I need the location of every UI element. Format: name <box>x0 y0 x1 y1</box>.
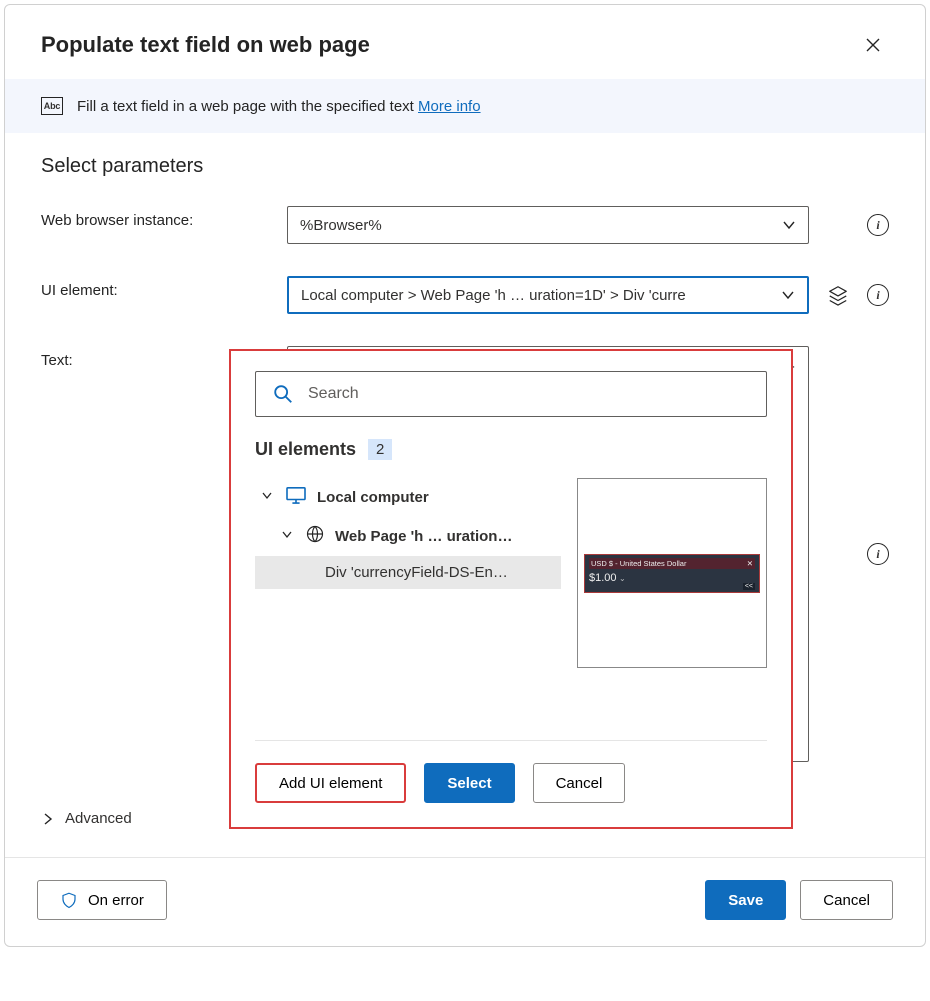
tree-page[interactable]: Web Page 'h … uration… <box>255 516 561 556</box>
browser-row: Web browser instance: %Browser% <box>41 206 889 244</box>
ui-elements-header: UI elements 2 <box>255 439 767 460</box>
save-button[interactable]: Save <box>705 880 786 920</box>
dialog-header: Populate text field on web page <box>5 5 925 79</box>
ui-element-value: Local computer > Web Page 'h … uration=1… <box>301 287 773 304</box>
info-icon[interactable] <box>867 284 889 306</box>
ui-element-label: UI element: <box>41 276 287 299</box>
chevron-down-icon <box>781 288 795 302</box>
chevron-down-icon[interactable] <box>281 528 295 545</box>
dialog-footer: On error Save Cancel <box>5 857 925 946</box>
globe-icon <box>305 524 325 548</box>
info-icon[interactable] <box>867 543 889 565</box>
parameters-heading: Select parameters <box>41 155 889 178</box>
dialog: Populate text field on web page Abc Fill… <box>4 4 926 947</box>
select-button[interactable]: Select <box>424 763 514 803</box>
layers-icon[interactable] <box>827 284 849 306</box>
cancel-button[interactable]: Cancel <box>800 880 893 920</box>
ui-element-select[interactable]: Local computer > Web Page 'h … uration=1… <box>287 276 809 314</box>
browser-value: %Browser% <box>300 217 774 234</box>
on-error-label: On error <box>88 892 144 909</box>
browser-label: Web browser instance: <box>41 206 287 229</box>
tree-root[interactable]: Local computer <box>255 478 561 516</box>
search-box[interactable] <box>255 371 767 417</box>
tree-leaf[interactable]: Div 'currencyField-DS-En… <box>255 556 561 589</box>
info-text: Fill a text field in a web page with the… <box>77 98 481 115</box>
tree-leaf-label: Div 'currencyField-DS-En… <box>325 564 508 581</box>
chevron-right-icon <box>41 812 55 826</box>
ui-element-row: UI element: Local computer > Web Page 'h… <box>41 276 889 314</box>
close-button[interactable] <box>857 29 889 61</box>
popup-actions: Add UI element Select Cancel <box>255 740 767 803</box>
search-icon <box>272 383 294 405</box>
shield-icon <box>60 891 78 909</box>
close-icon <box>865 37 881 53</box>
element-preview: USD $ - United States Dollar✕ $1.00 ⌄ << <box>577 478 767 668</box>
chevron-down-icon[interactable] <box>261 489 275 506</box>
advanced-label: Advanced <box>65 810 132 827</box>
info-description: Fill a text field in a web page with the… <box>77 98 418 115</box>
ui-elements-count: 2 <box>368 439 392 460</box>
ui-element-tree: Local computer Web Page 'h … uration… Di… <box>255 478 561 668</box>
search-input[interactable] <box>308 385 750 403</box>
preview-content: USD $ - United States Dollar✕ $1.00 ⌄ << <box>584 554 760 593</box>
popup-cancel-button[interactable]: Cancel <box>533 763 626 803</box>
monitor-icon <box>285 486 307 508</box>
chevron-down-icon <box>782 218 796 232</box>
on-error-button[interactable]: On error <box>37 880 167 920</box>
text-field-icon: Abc <box>41 97 63 115</box>
add-ui-element-button[interactable]: Add UI element <box>255 763 406 803</box>
more-info-link[interactable]: More info <box>418 98 481 115</box>
ui-element-popup: UI elements 2 Local computer Web Page 'h… <box>229 349 793 829</box>
tree-page-label: Web Page 'h … uration… <box>335 528 512 545</box>
dialog-title: Populate text field on web page <box>41 32 370 58</box>
info-bar: Abc Fill a text field in a web page with… <box>5 79 925 133</box>
info-icon[interactable] <box>867 214 889 236</box>
browser-select[interactable]: %Browser% <box>287 206 809 244</box>
tree-root-label: Local computer <box>317 489 429 506</box>
ui-elements-title: UI elements <box>255 439 356 460</box>
